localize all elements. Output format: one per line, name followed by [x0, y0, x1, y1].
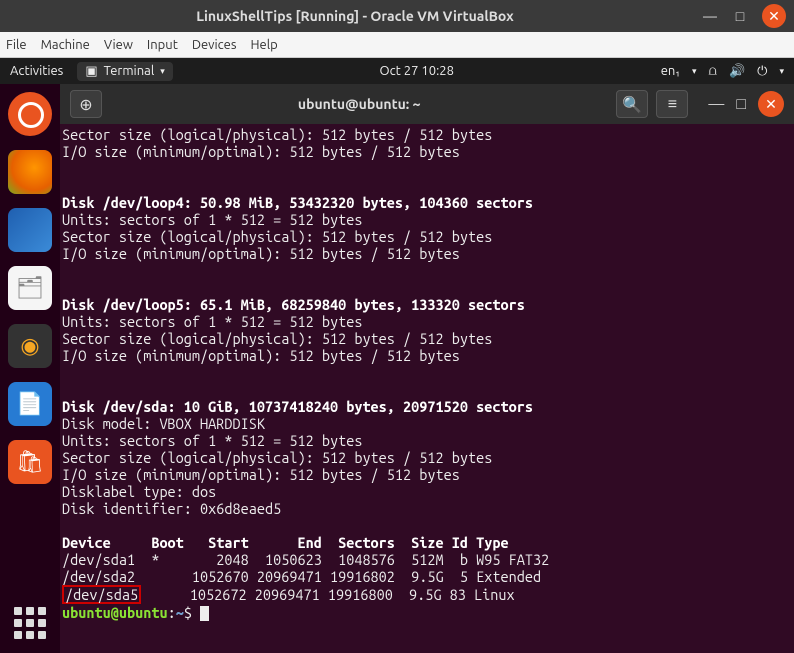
- output-line: Disklabel type: dos: [62, 483, 216, 500]
- clock[interactable]: Oct 27 10:28: [183, 64, 651, 78]
- prompt-symbol: $: [184, 604, 192, 621]
- search-button[interactable]: 🔍: [616, 90, 648, 118]
- output-line: Sector size (logical/physical): 512 byte…: [62, 126, 492, 143]
- guest-os-area: Activities ▣ Terminal ▾ Oct 27 10:28 en₁…: [0, 58, 794, 653]
- disk-header-sda: Disk /dev/sda: 10 GiB, 10737418240 bytes…: [62, 398, 533, 415]
- terminal-title: ubuntu@ubuntu: ~: [110, 96, 608, 112]
- chevron-down-icon: ▾: [692, 66, 697, 77]
- firefox-icon[interactable]: [8, 150, 52, 194]
- output-line: I/O size (minimum/optimal): 512 bytes / …: [62, 466, 460, 483]
- ubuntu-software-icon[interactable]: 🛍: [8, 440, 52, 484]
- prompt-user: ubuntu@ubuntu: [62, 604, 168, 621]
- highlighted-device: /dev/sda5: [62, 585, 141, 604]
- ubuntu-dock: 🗂 ◉ 📄 🛍: [0, 84, 60, 653]
- maximize-button[interactable]: □: [732, 8, 748, 24]
- activities-button[interactable]: Activities: [10, 64, 63, 78]
- search-icon: 🔍: [622, 95, 642, 114]
- app-grid-icon[interactable]: [8, 601, 52, 645]
- network-icon[interactable]: ⩍: [709, 64, 717, 79]
- partition-table-header: Device Boot Start End Sectors Size Id Ty…: [62, 534, 509, 551]
- maximize-button[interactable]: □: [736, 95, 746, 114]
- vbox-title: LinuxShellTips [Running] - Oracle VM Vir…: [8, 8, 702, 24]
- content-row: 🗂 ◉ 📄 🛍 ⊕ ubuntu@ubuntu: ~ 🔍 ≡: [0, 84, 794, 653]
- rhythmbox-icon[interactable]: ◉: [8, 324, 52, 368]
- libreoffice-writer-icon[interactable]: 📄: [8, 382, 52, 426]
- language-indicator[interactable]: en₁: [661, 64, 680, 78]
- output-line: Disk identifier: 0x6d8eaed5: [62, 500, 281, 517]
- chevron-down-icon: ▾: [779, 66, 784, 77]
- output-line: I/O size (minimum/optimal): 512 bytes / …: [62, 143, 460, 160]
- menu-input[interactable]: Input: [147, 38, 178, 52]
- thunderbird-icon[interactable]: [8, 208, 52, 252]
- minimize-button[interactable]: —: [708, 95, 724, 113]
- menu-view[interactable]: View: [104, 38, 133, 52]
- disk-header-loop5: Disk /dev/loop5: 65.1 MiB, 68259840 byte…: [62, 296, 525, 313]
- gnome-status-area: en₁ ▾ ⩍ 🔊 ⏻ ▾: [661, 64, 784, 79]
- hamburger-icon: ≡: [668, 95, 677, 114]
- output-line: Sector size (logical/physical): 512 byte…: [62, 228, 492, 245]
- output-line: I/O size (minimum/optimal): 512 bytes / …: [62, 245, 460, 262]
- app-menu-dropdown[interactable]: ▣ Terminal ▾: [77, 62, 172, 81]
- output-line: I/O size (minimum/optimal): 512 bytes / …: [62, 347, 460, 364]
- terminal-window-controls: — □ ✕: [708, 91, 784, 117]
- terminal-window: ⊕ ubuntu@ubuntu: ~ 🔍 ≡ — □ ✕ Sector size…: [60, 84, 794, 653]
- cursor: [200, 606, 209, 621]
- prompt-path: ~: [176, 604, 184, 621]
- minimize-button[interactable]: —: [702, 8, 718, 24]
- vbox-window-controls: — □ ✕: [702, 4, 786, 28]
- terminal-output[interactable]: Sector size (logical/physical): 512 byte…: [60, 124, 794, 653]
- show-applications-icon[interactable]: [8, 92, 52, 136]
- menu-machine[interactable]: Machine: [41, 38, 90, 52]
- new-tab-button[interactable]: ⊕: [70, 90, 102, 118]
- power-icon[interactable]: ⏻: [757, 64, 767, 79]
- terminal-icon: ▣: [85, 64, 97, 79]
- gnome-topbar-left: Activities ▣ Terminal ▾: [10, 62, 173, 81]
- menu-file[interactable]: File: [6, 38, 27, 52]
- partition-row: /dev/sda1 * 2048 1050623 1048576 512M b …: [62, 551, 549, 568]
- app-menu-label: Terminal: [104, 64, 155, 78]
- output-line: Units: sectors of 1 * 512 = 512 bytes: [62, 211, 362, 228]
- menu-help[interactable]: Help: [251, 38, 278, 52]
- virtualbox-window: LinuxShellTips [Running] - Oracle VM Vir…: [0, 0, 794, 653]
- close-button[interactable]: ✕: [758, 91, 784, 117]
- output-line: Sector size (logical/physical): 512 byte…: [62, 449, 492, 466]
- menu-devices[interactable]: Devices: [192, 38, 237, 52]
- volume-icon[interactable]: 🔊: [729, 64, 745, 79]
- chevron-down-icon: ▾: [160, 66, 165, 77]
- partition-row: /dev/sda2 1052670 20969471 19916802 9.5G…: [62, 568, 541, 585]
- output-line: Units: sectors of 1 * 512 = 512 bytes: [62, 432, 362, 449]
- menu-button[interactable]: ≡: [656, 90, 688, 118]
- vbox-titlebar: LinuxShellTips [Running] - Oracle VM Vir…: [0, 0, 794, 32]
- output-line: Sector size (logical/physical): 512 byte…: [62, 330, 492, 347]
- gnome-topbar: Activities ▣ Terminal ▾ Oct 27 10:28 en₁…: [0, 58, 794, 84]
- terminal-headerbar: ⊕ ubuntu@ubuntu: ~ 🔍 ≡ — □ ✕: [60, 84, 794, 124]
- output-line: Disk model: VBOX HARDDISK: [62, 415, 289, 432]
- disk-header-loop4: Disk /dev/loop4: 50.98 MiB, 53432320 byt…: [62, 194, 533, 211]
- output-line: Units: sectors of 1 * 512 = 512 bytes: [62, 313, 362, 330]
- vbox-menubar: File Machine View Input Devices Help: [0, 32, 794, 58]
- partition-row-rest: 1052672 20969471 19916800 9.5G 83 Linux: [141, 586, 515, 603]
- files-icon[interactable]: 🗂: [8, 266, 52, 310]
- close-button[interactable]: ✕: [762, 4, 786, 28]
